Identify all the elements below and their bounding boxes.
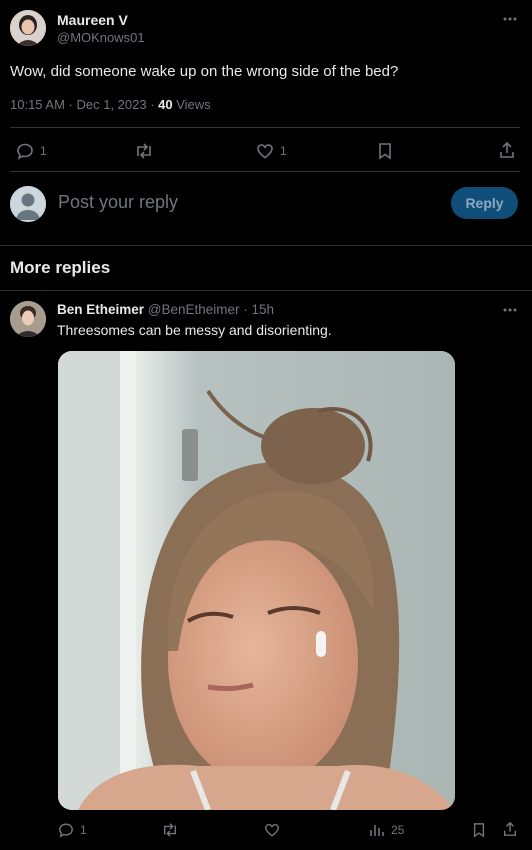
like-count: 1	[280, 144, 287, 158]
reply-text: Threesomes can be messy and disorienting…	[57, 322, 332, 338]
repost-icon	[161, 822, 179, 838]
reply-reply-action[interactable]: 1	[58, 822, 87, 838]
author-name[interactable]: Maureen V	[57, 12, 128, 28]
more-options-icon[interactable]	[502, 16, 518, 22]
reply-count: 1	[40, 144, 47, 158]
tweet-time[interactable]: 10:15 AM · Dec 1, 2023 ·	[10, 97, 158, 112]
author-handle[interactable]: @MOKnows01	[57, 30, 145, 45]
reply-views-action[interactable]: 25	[369, 822, 404, 838]
bookmark-action[interactable]	[377, 142, 393, 160]
tweet-meta: 10:15 AM · Dec 1, 2023 · 40 Views	[10, 97, 211, 112]
reply-input[interactable]: Post your reply	[58, 192, 438, 213]
reply-time[interactable]: · 15h	[240, 302, 274, 317]
share-action[interactable]	[498, 141, 516, 159]
reply-icon	[58, 822, 74, 838]
more-replies-heading: More replies	[10, 258, 111, 277]
reply-button[interactable]: Reply	[451, 187, 518, 219]
share-icon	[502, 821, 518, 837]
reply-header: Ben Etheimer @BenEtheimer · 15h	[57, 302, 274, 317]
analytics-icon	[369, 822, 385, 838]
reply-more-options-icon[interactable]	[502, 307, 518, 313]
reply-author-avatar[interactable]	[10, 301, 46, 337]
reply-views-count: 25	[391, 823, 405, 837]
author-avatar[interactable]	[10, 10, 46, 46]
views-count: 40	[158, 97, 173, 112]
user-avatar[interactable]	[10, 186, 46, 222]
views-label: Views	[172, 97, 211, 112]
repost-action[interactable]	[134, 142, 154, 160]
tweet-text: Wow, did someone wake up on the wrong si…	[10, 63, 399, 80]
like-action[interactable]: 1	[256, 142, 287, 160]
reply-author-handle[interactable]: @BenEtheimer	[148, 302, 240, 317]
reply-bookmark-action[interactable]	[472, 822, 486, 838]
heart-icon	[264, 822, 280, 838]
reply-media-image[interactable]	[58, 351, 455, 810]
reply-reply-count: 1	[80, 823, 87, 837]
bookmark-icon	[472, 822, 486, 838]
reply-like-action[interactable]	[264, 822, 280, 838]
share-icon	[498, 141, 516, 159]
reply-icon	[16, 142, 34, 160]
heart-icon	[256, 142, 274, 160]
reply-action[interactable]: 1	[16, 142, 47, 160]
reply-share-action[interactable]	[502, 821, 518, 837]
bookmark-icon	[377, 142, 393, 160]
reply-author-name[interactable]: Ben Etheimer	[57, 302, 144, 317]
repost-icon	[134, 142, 154, 160]
reply-repost-action[interactable]	[161, 822, 179, 838]
